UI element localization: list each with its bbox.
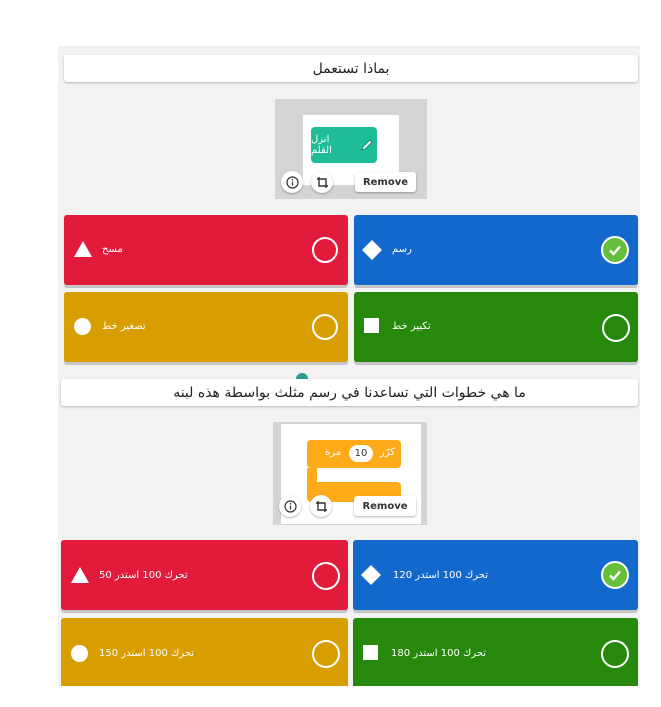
info-icon xyxy=(283,499,297,513)
diamond-icon xyxy=(361,565,381,585)
square-icon xyxy=(363,645,378,660)
question-2-answer-3[interactable]: تحرك 100 استدر 150 xyxy=(61,618,348,686)
crop-icon xyxy=(316,176,328,188)
question-1-answer-1[interactable]: مسح xyxy=(64,215,348,285)
image-info-button[interactable] xyxy=(279,495,301,517)
image-remove-button[interactable]: Remove xyxy=(355,172,416,192)
question-2-image: كرّر 10 مرة Remove xyxy=(273,422,427,525)
answer-correct-toggle[interactable] xyxy=(601,236,629,264)
question-2-title: ما هي خطوات التي تساعدنا في رسم مثلث بوا… xyxy=(173,384,526,401)
check-icon xyxy=(609,570,621,581)
check-icon xyxy=(609,245,621,256)
answer-correct-toggle[interactable] xyxy=(312,314,338,340)
question-1-image: انزل القلم Remove xyxy=(275,99,427,199)
answer-text[interactable]: رسم xyxy=(392,244,412,255)
question-1-answer-3[interactable]: تصغير خط xyxy=(64,292,348,362)
answer-text[interactable]: تحرك 100 استدر 150 xyxy=(99,648,194,659)
answer-correct-toggle[interactable] xyxy=(601,640,629,668)
answer-text[interactable]: مسح xyxy=(102,244,123,255)
triangle-icon xyxy=(74,241,92,257)
question-1-title-bar[interactable]: بماذا تستعمل xyxy=(64,55,638,82)
question-1-answer-4[interactable]: تكبير خط xyxy=(354,292,638,362)
image-crop-button[interactable] xyxy=(311,171,333,193)
image-remove-button[interactable]: Remove xyxy=(354,496,416,516)
question-2-answer-2[interactable]: تحرك 100 استدر 120 xyxy=(353,540,638,610)
answer-correct-toggle[interactable] xyxy=(312,562,340,590)
repeat-block-top: كرّر 10 مرة xyxy=(307,440,401,468)
answer-text[interactable]: تكبير خط xyxy=(392,321,431,332)
image-crop-button[interactable] xyxy=(310,495,332,517)
quiz-editor-panel: بماذا تستعمل انزل القلم Remove مسح رسم ت… xyxy=(58,46,640,686)
triangle-icon xyxy=(71,567,89,583)
question-1-answer-2[interactable]: رسم xyxy=(354,215,638,285)
repeat-times-label: مرة xyxy=(325,447,342,458)
answer-text[interactable]: تحرك 100 استدر 120 xyxy=(393,570,488,581)
question-2-title-bar[interactable]: ما هي خطوات التي تساعدنا في رسم مثلث بوا… xyxy=(61,379,638,406)
repeat-block-label: كرّر xyxy=(379,447,395,458)
answer-correct-toggle[interactable] xyxy=(602,314,630,342)
question-1-title: بماذا تستعمل xyxy=(312,60,390,77)
diamond-icon xyxy=(362,240,382,260)
info-icon xyxy=(285,175,299,189)
crop-icon xyxy=(315,500,327,512)
image-info-button[interactable] xyxy=(281,171,303,193)
circle-icon xyxy=(74,318,91,335)
image-remove-label: Remove xyxy=(362,176,409,188)
question-2-answer-1[interactable]: تحرك 100 استدر 50 xyxy=(61,540,348,610)
answer-text[interactable]: تحرك 100 استدر 50 xyxy=(99,570,188,581)
answer-correct-toggle[interactable] xyxy=(312,640,340,668)
answer-correct-toggle[interactable] xyxy=(312,237,338,263)
answer-correct-toggle[interactable] xyxy=(601,561,629,589)
pen-down-block-label: انزل القلم xyxy=(311,134,332,156)
answer-text[interactable]: تصغير خط xyxy=(102,321,146,332)
question-2-answer-4[interactable]: تحرك 100 استدر 180 xyxy=(353,618,638,686)
image-remove-label: Remove xyxy=(362,500,408,512)
square-icon xyxy=(364,318,379,333)
circle-icon xyxy=(71,645,88,662)
pencil-icon xyxy=(361,139,373,151)
repeat-count-input[interactable]: 10 xyxy=(349,445,373,462)
answer-text[interactable]: تحرك 100 استدر 180 xyxy=(391,648,486,659)
